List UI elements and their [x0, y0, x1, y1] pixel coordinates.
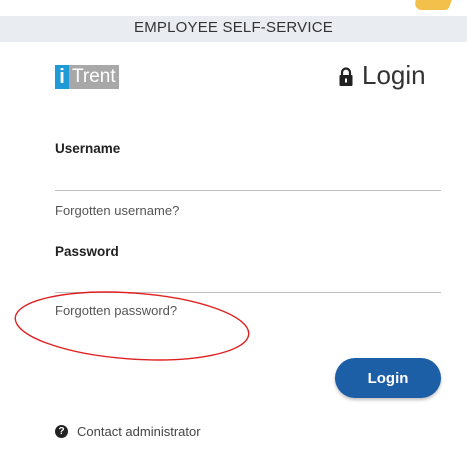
itrent-logo: i Trent [55, 65, 119, 89]
username-field[interactable] [55, 160, 441, 191]
contact-administrator-link[interactable]: ? Contact administrator [55, 424, 201, 439]
corner-accent-decoration [412, 0, 452, 10]
username-label: Username [55, 141, 121, 156]
forgot-username-link[interactable]: Forgotten username? [55, 203, 179, 218]
login-heading: Login [338, 60, 426, 91]
page-title: Login [362, 60, 426, 90]
password-label: Password [55, 244, 119, 259]
banner-title: EMPLOYEE SELF-SERVICE [134, 19, 333, 36]
lock-icon [339, 67, 353, 86]
login-button[interactable]: Login [335, 358, 441, 398]
logo-mark: i [55, 65, 69, 89]
highlight-ellipse-annotation [14, 291, 250, 361]
login-page: EMPLOYEE SELF-SERVICE i Trent Login User… [0, 0, 467, 465]
logo-name: Trent [69, 65, 119, 89]
question-circle-icon: ? [55, 425, 68, 438]
contact-label: Contact administrator [77, 424, 201, 439]
